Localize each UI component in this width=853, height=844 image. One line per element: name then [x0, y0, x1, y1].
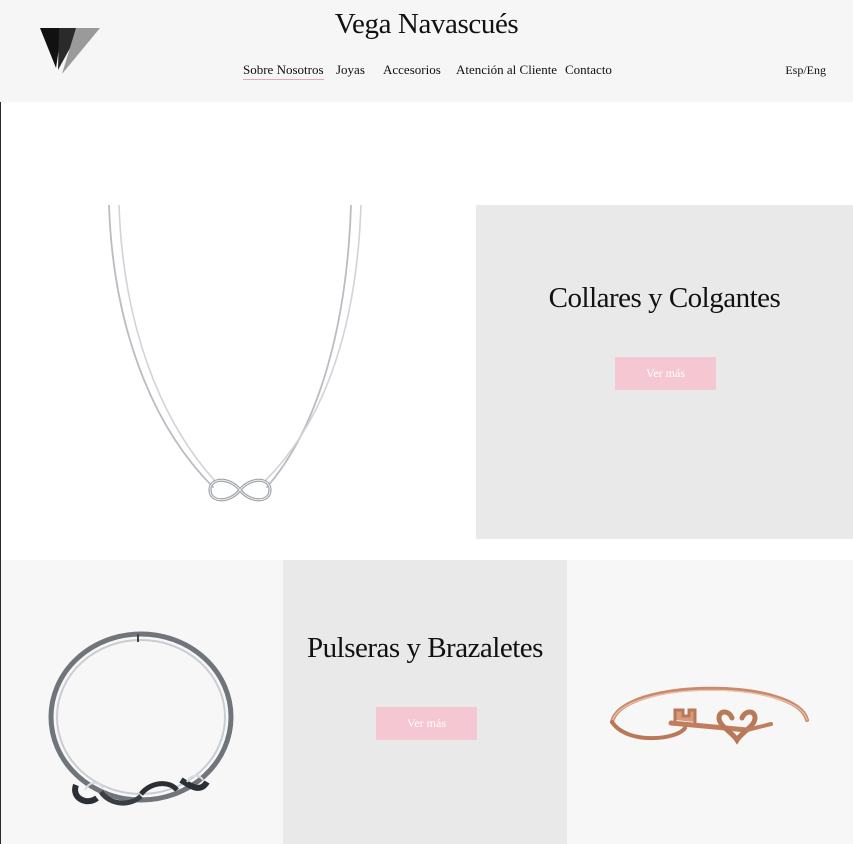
necklaces-category-panel: Collares y Colgantes Ver más — [476, 205, 853, 539]
necklaces-ver-mas-button[interactable]: Ver más — [615, 357, 716, 390]
silver-knot-bangle-image[interactable] — [1, 560, 283, 844]
silver-bangle-panel — [1, 560, 283, 844]
nav-item-sobre-nosotros[interactable]: Sobre Nosotros — [243, 62, 324, 80]
necklaces-title: Collares y Colgantes — [548, 282, 781, 314]
nav-item-accesorios[interactable]: Accesorios — [383, 62, 441, 78]
necklace-image-panel — [1, 205, 475, 539]
site-header: Vega Navascués Sobre Nosotros Joyas Acce… — [0, 0, 853, 102]
bracelets-category-panel: Pulseras y Brazaletes Ver más — [283, 560, 567, 844]
nav-item-joyas[interactable]: Joyas — [336, 62, 365, 78]
rose-gold-key-bangle-image[interactable] — [567, 560, 853, 844]
bracelets-ver-mas-button[interactable]: Ver más — [376, 707, 477, 740]
nav-item-contacto[interactable]: Contacto — [565, 62, 612, 78]
rose-gold-bangle-panel — [567, 560, 853, 844]
nav-item-atencion-cliente[interactable]: Atención al Cliente — [456, 62, 557, 78]
brand-name[interactable]: Vega Navascués — [0, 8, 853, 41]
language-switch[interactable]: Esp/Eng — [785, 63, 826, 78]
infinity-necklace-image[interactable] — [1, 205, 475, 539]
bracelets-title: Pulseras y Brazaletes — [307, 632, 543, 664]
